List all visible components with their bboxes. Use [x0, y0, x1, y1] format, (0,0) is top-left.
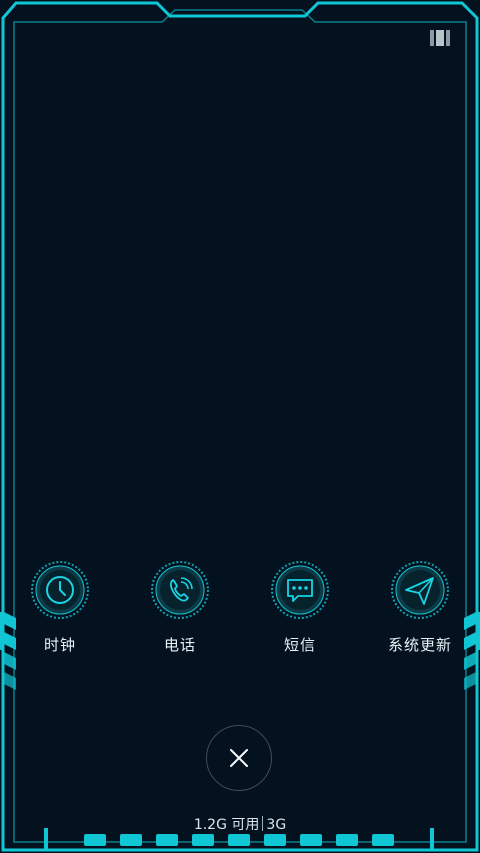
memory-total: 3G [266, 817, 287, 833]
close-icon [230, 749, 248, 767]
phone-icon [151, 561, 209, 619]
clock-icon [31, 561, 89, 619]
recents-screen: 时钟 电话 短信 系统更新 1.2G 可用 3G [0, 0, 480, 853]
clear-all-button[interactable] [206, 725, 272, 791]
memory-available: 1.2G 可用 [193, 817, 260, 833]
app-phone[interactable]: 电话 [120, 560, 240, 660]
app-label: 时钟 [43, 636, 76, 654]
message-icon [271, 561, 329, 619]
app-messages[interactable]: 短信 [240, 560, 360, 660]
app-clock[interactable]: 时钟 [0, 560, 120, 660]
memory-status: 1.2G 可用 3G [0, 815, 480, 835]
app-system-update[interactable]: 系统更新 [360, 560, 480, 660]
app-label: 系统更新 [387, 636, 452, 654]
send-icon [391, 561, 449, 619]
recent-apps-icon[interactable] [430, 30, 450, 46]
app-dock: 时钟 电话 短信 系统更新 [0, 560, 480, 670]
memory-separator [262, 816, 264, 831]
app-label: 短信 [283, 636, 316, 654]
app-label: 电话 [163, 636, 196, 654]
